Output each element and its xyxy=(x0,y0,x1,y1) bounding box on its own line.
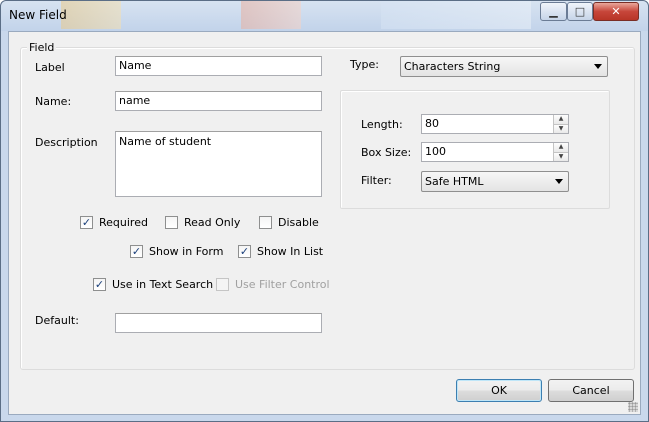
background-blur xyxy=(61,1,121,29)
required-checkbox[interactable]: ✓ Required xyxy=(80,216,148,229)
checkmark-icon: ✓ xyxy=(130,245,143,258)
box-size-stepper[interactable]: 100 ▲ ▼ xyxy=(421,142,569,162)
filter-select-value: Safe HTML xyxy=(425,175,484,188)
cancel-button[interactable]: Cancel xyxy=(548,379,634,402)
type-select-value: Characters String xyxy=(404,60,501,73)
use-filter-control-checkbox[interactable]: Use Filter Control xyxy=(216,278,330,291)
use-filter-control-label: Use Filter Control xyxy=(235,278,330,291)
length-label: Length: xyxy=(361,118,403,131)
stepper-up-icon[interactable]: ▲ xyxy=(553,115,568,124)
read-only-label: Read Only xyxy=(184,216,241,229)
name-input[interactable]: name xyxy=(115,91,322,111)
type-label: Type: xyxy=(350,58,379,71)
box-size-value: 100 xyxy=(425,145,446,158)
close-button[interactable]: ✕ xyxy=(593,2,639,21)
background-blur xyxy=(241,1,301,29)
maximize-icon: □ xyxy=(574,5,586,18)
length-stepper-buttons: ▲ ▼ xyxy=(553,115,568,133)
box-size-stepper-buttons: ▲ ▼ xyxy=(553,143,568,161)
minimize-icon: ▁ xyxy=(549,5,558,18)
box-size-label: Box Size: xyxy=(361,146,412,159)
show-in-form-label: Show in Form xyxy=(149,245,224,258)
read-only-checkbox[interactable]: Read Only xyxy=(165,216,240,229)
checkbox-empty-icon xyxy=(259,216,272,229)
group-label: Field xyxy=(27,41,57,54)
checkmark-icon: ✓ xyxy=(93,278,106,291)
stepper-up-icon[interactable]: ▲ xyxy=(553,143,568,152)
stepper-down-icon[interactable]: ▼ xyxy=(553,123,568,133)
close-icon: ✕ xyxy=(611,5,621,18)
resize-grip-icon[interactable] xyxy=(628,402,638,412)
checkmark-icon: ✓ xyxy=(238,245,251,258)
type-select[interactable]: Characters String xyxy=(400,56,608,77)
label-input[interactable]: Name xyxy=(115,56,322,76)
description-textarea[interactable]: Name of student xyxy=(115,131,322,197)
show-in-list-label: Show In List xyxy=(257,245,324,258)
default-input[interactable] xyxy=(115,313,322,333)
show-in-list-checkbox[interactable]: ✓ Show In List xyxy=(238,245,323,258)
stepper-down-icon[interactable]: ▼ xyxy=(553,151,568,161)
show-in-form-checkbox[interactable]: ✓ Show in Form xyxy=(130,245,223,258)
disable-checkbox[interactable]: Disable xyxy=(259,216,319,229)
checkbox-empty-icon xyxy=(165,216,178,229)
maximize-button[interactable]: □ xyxy=(567,2,593,21)
new-field-dialog: New Field ▁ □ ✕ Field Label Name Name: n… xyxy=(0,0,649,422)
length-stepper[interactable]: 80 ▲ ▼ xyxy=(421,114,569,134)
chevron-down-icon xyxy=(594,64,602,69)
length-value: 80 xyxy=(425,117,439,130)
default-label: Default: xyxy=(35,314,79,327)
name-label: Name: xyxy=(35,95,72,108)
filter-select[interactable]: Safe HTML xyxy=(421,171,569,192)
use-in-text-search-label: Use in Text Search xyxy=(112,278,214,291)
ok-button[interactable]: OK xyxy=(456,379,542,402)
background-blur xyxy=(381,1,531,29)
chevron-down-icon xyxy=(555,179,563,184)
filter-label: Filter: xyxy=(361,174,392,187)
minimize-button[interactable]: ▁ xyxy=(540,2,567,21)
description-label: Description xyxy=(35,136,98,149)
disable-label: Disable xyxy=(278,216,319,229)
checkmark-icon: ✓ xyxy=(80,216,93,229)
dialog-client-area: Field Label Name Name: name Description … xyxy=(8,31,641,415)
required-label: Required xyxy=(99,216,148,229)
label-label: Label xyxy=(35,61,65,74)
checkbox-empty-icon xyxy=(216,278,229,291)
use-in-text-search-checkbox[interactable]: ✓ Use in Text Search xyxy=(93,278,213,291)
window-title: New Field xyxy=(9,8,67,22)
title-bar[interactable]: New Field ▁ □ ✕ xyxy=(1,1,648,31)
